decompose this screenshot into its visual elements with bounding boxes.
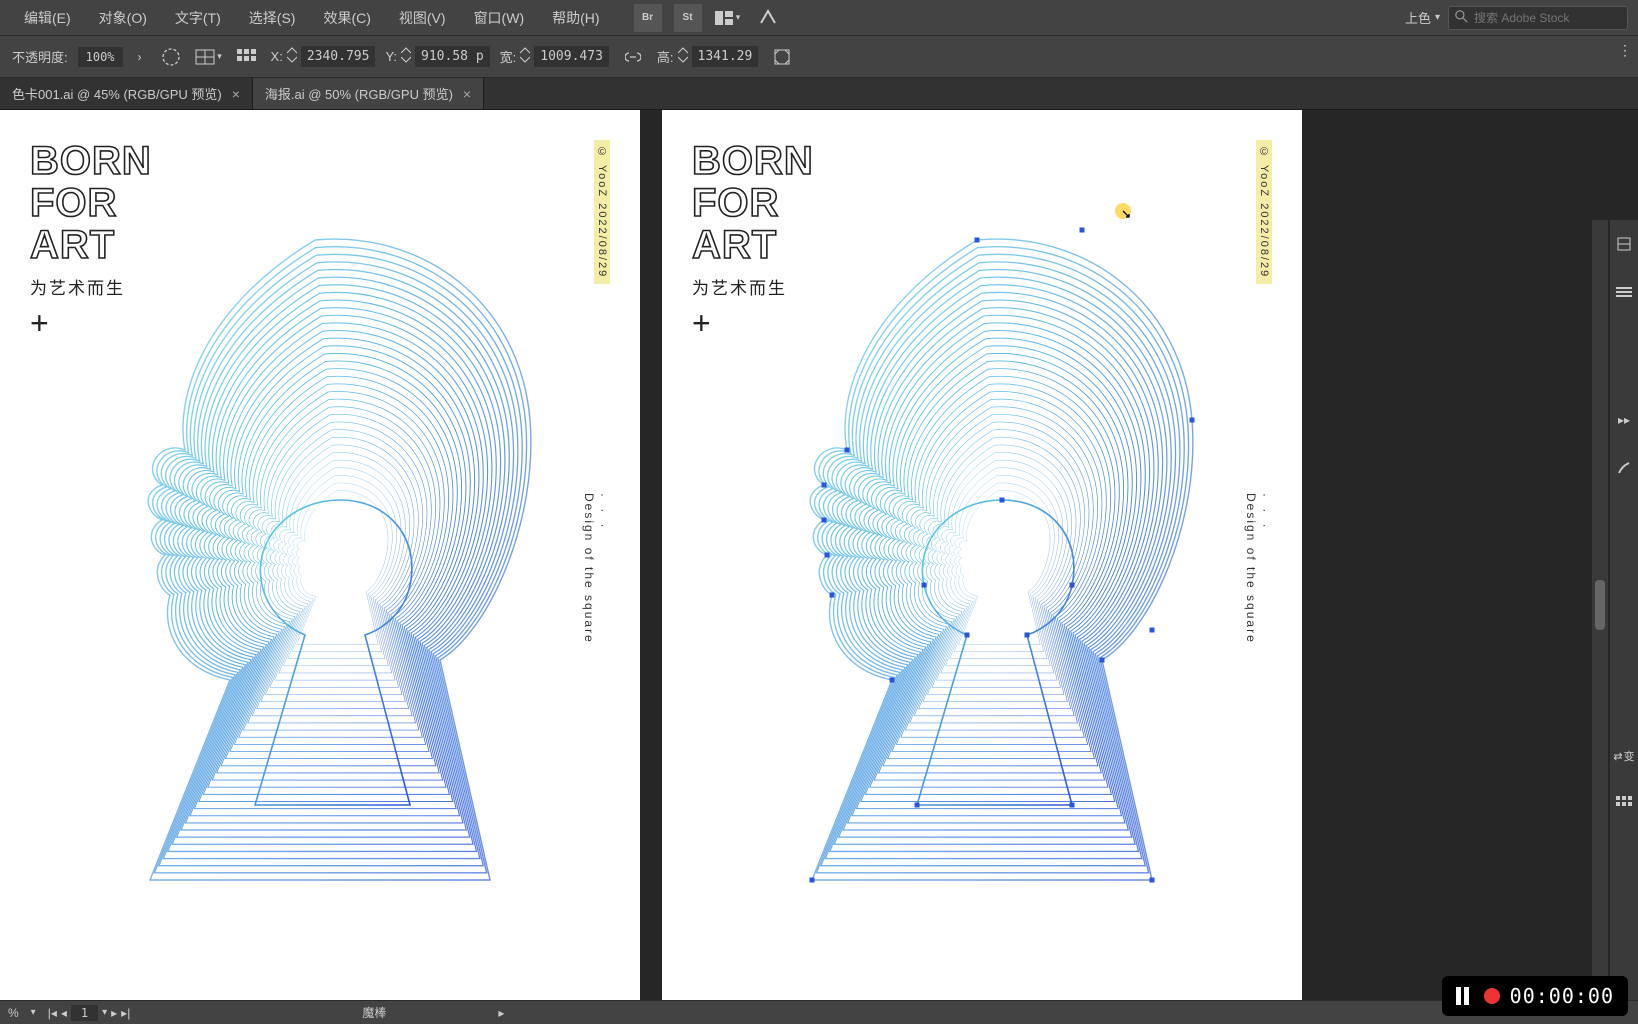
menu-help[interactable]: 帮助(H) [538, 2, 613, 34]
zoom-value[interactable]: % [8, 1006, 19, 1020]
artboard-1[interactable]: BORN FOR ART 为艺术而生 + © YooZ 2022/08/29 ·… [0, 110, 640, 1022]
transform-icon[interactable]: ▾ [195, 43, 223, 71]
side-caption: · · · Design of the square [582, 493, 610, 644]
side-text: Design of the square [582, 493, 596, 644]
scrollbar-thumb[interactable] [1595, 580, 1605, 630]
x-stepper-icon[interactable] [287, 47, 297, 66]
side-dots: · · · [1258, 493, 1272, 630]
artboard-dropdown-icon[interactable]: ▾ [102, 1007, 107, 1018]
artboard-number[interactable]: 1 [71, 1005, 98, 1021]
menu-select[interactable]: 选择(S) [235, 2, 310, 34]
search-input[interactable] [1474, 11, 1604, 25]
options-bar: 不透明度: 100% › ▾ X: 2340.795 Y: 910.58 p 宽… [0, 36, 1638, 78]
y-stepper-icon[interactable] [401, 47, 411, 66]
recolor-artwork-icon[interactable] [157, 43, 185, 71]
document-tab-2[interactable]: 海报.ai @ 50% (RGB/GPU 预览) × [253, 78, 484, 109]
artboard-2[interactable]: BORN FOR ART 为艺术而生 + © YooZ 2022/08/29 ·… [662, 110, 1302, 1022]
height-value[interactable]: 1341.29 [692, 46, 759, 67]
options-overflow-icon[interactable]: ⋮ [1618, 42, 1632, 59]
title-line1: BORN [692, 140, 814, 182]
bridge-icon[interactable]: Br [634, 4, 662, 32]
arrange-docs-icon[interactable]: ▾ [714, 4, 742, 32]
h-stepper-icon[interactable] [678, 47, 688, 66]
last-artboard-icon[interactable]: ▸| [121, 1006, 130, 1020]
prev-artboard-icon[interactable]: ◂ [61, 1006, 67, 1020]
workspace-switcher[interactable]: 上色 ▾ [1405, 8, 1440, 27]
link-wh-icon[interactable] [619, 43, 647, 71]
menubar: 编辑(E) 对象(O) 文字(T) 选择(S) 效果(C) 视图(V) 窗口(W… [0, 0, 1638, 36]
document-tab-1[interactable]: 色卡001.ai @ 45% (RGB/GPU 预览) × [0, 78, 253, 109]
next-artboard-icon[interactable]: ▸ [111, 1006, 117, 1020]
credit-tag: © YooZ 2022/08/29 [1256, 140, 1272, 284]
width-label: 宽: [500, 47, 517, 66]
x-label: X: [271, 49, 283, 64]
side-text: Design of the square [1244, 493, 1258, 644]
properties-panel-icon[interactable] [1610, 220, 1638, 268]
menu-effect[interactable]: 效果(C) [309, 2, 384, 34]
vertical-scrollbar[interactable] [1592, 220, 1608, 990]
workspace-label: 上色 [1405, 8, 1431, 27]
close-icon[interactable]: × [232, 86, 240, 102]
menu-view[interactable]: 视图(V) [385, 2, 460, 34]
head-blend-art-selected[interactable] [752, 200, 1232, 920]
x-value[interactable]: 2340.795 [301, 46, 376, 67]
zoom-dropdown-icon[interactable]: ▾ [31, 1007, 36, 1018]
menu-edit[interactable]: 编辑(E) [10, 2, 85, 34]
isolate-icon[interactable] [768, 43, 796, 71]
pause-button[interactable] [1456, 987, 1474, 1005]
search-icon [1455, 10, 1468, 26]
menu-object[interactable]: 对象(O) [85, 2, 161, 34]
y-label: Y: [385, 49, 397, 64]
recorder-time: 00:00:00 [1510, 984, 1614, 1008]
gpu-icon[interactable] [754, 4, 782, 32]
tab-label: 海报.ai @ 50% (RGB/GPU 预览) [265, 84, 453, 103]
opacity-flyout-icon[interactable]: › [133, 50, 147, 64]
menu-type[interactable]: 文字(T) [161, 2, 235, 34]
search-stock[interactable] [1448, 6, 1628, 30]
first-artboard-icon[interactable]: |◂ [48, 1006, 57, 1020]
opacity-label: 不透明度: [12, 47, 68, 66]
width-value[interactable]: 1009.473 [534, 46, 609, 67]
align-icon[interactable] [233, 43, 261, 71]
document-tabs: 色卡001.ai @ 45% (RGB/GPU 预览) × 海报.ai @ 50… [0, 78, 1638, 110]
stock-icon[interactable]: St [674, 4, 702, 32]
brush-panel-icon[interactable] [1610, 444, 1638, 492]
credit-tag: © YooZ 2022/08/29 [594, 140, 610, 284]
tab-label: 色卡001.ai @ 45% (RGB/GPU 预览) [12, 84, 222, 103]
recorder-overlay: 00:00:00 [1442, 976, 1628, 1016]
height-label: 高: [657, 47, 674, 66]
canvas-area[interactable]: BORN FOR ART 为艺术而生 + © YooZ 2022/08/29 ·… [0, 110, 1638, 1022]
transform-panel-label[interactable]: ⇄变 [1610, 732, 1638, 780]
current-tool-label: 魔棒 [362, 1004, 386, 1021]
expand-panels-icon[interactable]: ▸▸ [1610, 396, 1638, 444]
head-blend-art[interactable] [90, 200, 570, 920]
record-button[interactable] [1484, 988, 1500, 1004]
right-panel-strip: ▸▸ ⇄变 [1610, 220, 1638, 1022]
libraries-panel-icon[interactable] [1610, 268, 1638, 316]
menu-window[interactable]: 窗口(W) [460, 2, 539, 34]
opacity-value[interactable]: 100% [78, 47, 123, 67]
close-icon[interactable]: × [463, 86, 471, 102]
align-panel-icon[interactable] [1610, 780, 1638, 828]
y-value[interactable]: 910.58 p [415, 46, 490, 67]
title-line1: BORN [30, 140, 152, 182]
status-flyout-icon[interactable]: ▸ [498, 1006, 504, 1020]
side-dots: · · · [596, 493, 610, 630]
statusbar: % ▾ |◂ ◂ 1 ▾ ▸ ▸| 魔棒 ▸ [0, 1000, 1638, 1024]
side-caption: · · · Design of the square [1244, 493, 1272, 644]
cursor-location-icon [1114, 202, 1132, 220]
chevron-down-icon: ▾ [1435, 12, 1440, 23]
w-stepper-icon[interactable] [520, 47, 530, 66]
